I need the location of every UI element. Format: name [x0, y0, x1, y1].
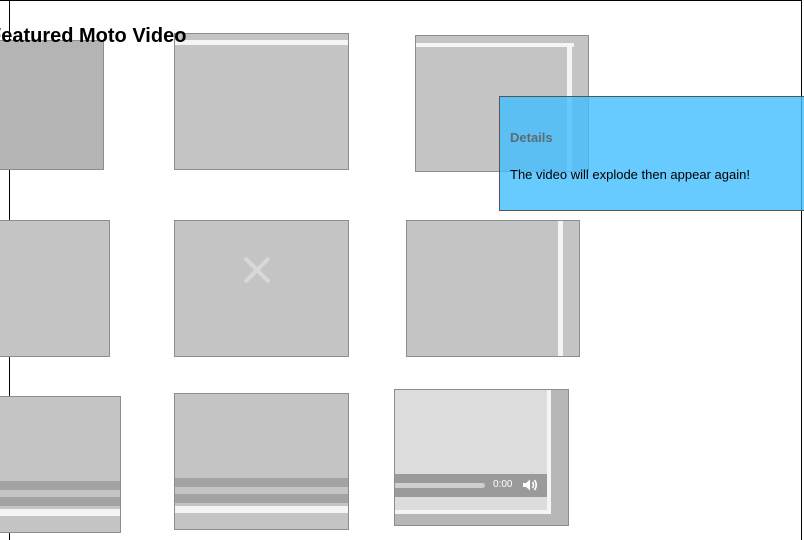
tile-vertical-bar [558, 221, 563, 356]
video-tile-8[interactable] [174, 393, 349, 530]
video-player[interactable]: 0:00 [394, 389, 569, 526]
tile-stripe [175, 40, 348, 45]
video-progress-bar[interactable] [395, 483, 485, 488]
video-tile-5-exploded[interactable] [174, 220, 349, 357]
details-panel: Details The video will explode then appe… [499, 96, 804, 211]
tile-stripe [416, 43, 574, 47]
page-title: Featured Moto Video [0, 25, 187, 47]
tile-stripe [175, 478, 348, 487]
video-tile-7[interactable] [0, 396, 121, 533]
tile-stripe [0, 497, 120, 506]
tile-stripe [175, 506, 348, 513]
tile-stripe [0, 509, 120, 516]
tile-stripe [0, 481, 120, 490]
video-tile-4[interactable] [0, 220, 110, 357]
tile-stripe [175, 494, 348, 503]
details-heading: Details [510, 130, 553, 145]
video-tile-1[interactable] [0, 40, 104, 170]
video-tile-2[interactable] [174, 33, 349, 170]
video-controls: 0:00 [395, 474, 547, 497]
details-text: The video will explode then appear again… [510, 167, 750, 182]
video-tile-6[interactable] [406, 220, 580, 357]
video-time: 0:00 [493, 479, 513, 490]
close-x-icon [243, 256, 271, 284]
speaker-icon[interactable] [522, 478, 538, 492]
